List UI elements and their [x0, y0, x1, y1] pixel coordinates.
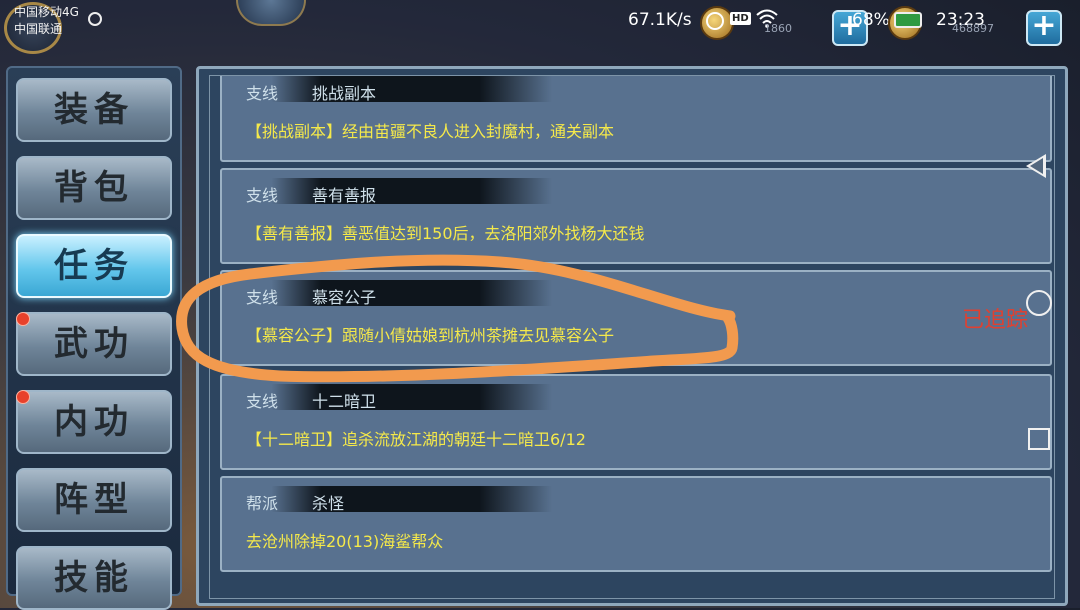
quest-name: 十二暗卫: [312, 392, 377, 411]
sidebar-item-label: 内功: [54, 402, 134, 442]
quest-description: 【慕容公子】跟随小倩姑娘到杭州茶摊去见慕容公子: [246, 326, 615, 345]
status-bar: 中国移动4G 中国联通 67.1K/s HD 1860 + 68% 23:23 …: [0, 0, 1080, 54]
battery-icon: [894, 12, 922, 28]
sidebar-item-label: 阵型: [54, 480, 134, 520]
sidebar-item-label: 背包: [54, 168, 134, 208]
sidebar-item-formation[interactable]: 阵型: [16, 468, 172, 532]
quest-description: 去沧州除掉20(13)海鲨帮众: [246, 532, 444, 551]
silver-amount: 1860: [764, 22, 792, 35]
gold-amount: 468897: [952, 22, 994, 35]
quest-description: 【挑战副本】经由苗疆不良人进入封魔村，通关副本: [246, 122, 615, 141]
sidebar-item-label: 武功: [54, 324, 134, 364]
add-gold-button[interactable]: +: [1026, 10, 1062, 46]
tracked-status-label: 已追踪: [962, 308, 1029, 333]
sidebar-item-bag[interactable]: 背包: [16, 156, 172, 220]
network-speed: 67.1K/s: [628, 10, 692, 30]
sidebar-item-label: 任务: [54, 246, 134, 286]
notification-dot: [16, 390, 30, 404]
sidebar-item-label: 技能: [54, 558, 134, 598]
category-sidebar: 装备 背包 任务 武功 内功 阵型 技能: [6, 66, 182, 610]
quest-name: 挑战副本: [312, 84, 377, 103]
sidebar-item-skills[interactable]: 技能: [16, 546, 172, 610]
quest-item[interactable]: 支线 十二暗卫 【十二暗卫】追杀流放江湖的朝廷十二暗卫6/12: [220, 374, 1052, 470]
quest-panel: 支线 挑战副本 【挑战副本】经由苗疆不良人进入封魔村，通关副本 支线 善有善报 …: [196, 66, 1068, 606]
quest-type: 支线: [246, 392, 279, 411]
quest-item[interactable]: 帮派 杀怪 去沧州除掉20(13)海鲨帮众: [220, 476, 1052, 572]
sidebar-item-equipment[interactable]: 装备: [16, 78, 172, 142]
quest-type: 支线: [246, 84, 279, 103]
quest-name: 善有善报: [312, 186, 377, 205]
hd-badge: HD: [730, 12, 751, 25]
back-nav-icon[interactable]: [1026, 154, 1046, 178]
quest-name: 慕容公子: [312, 288, 377, 307]
quest-description: 【十二暗卫】追杀流放江湖的朝廷十二暗卫6/12: [246, 430, 586, 449]
sidebar-item-martial-arts[interactable]: 武功: [16, 312, 172, 376]
quest-type: 支线: [246, 288, 279, 307]
quest-type: 支线: [246, 186, 279, 205]
battery-percent: 68%: [852, 10, 890, 30]
timer-icon: [88, 12, 102, 26]
quest-item[interactable]: 支线 挑战副本 【挑战副本】经由苗疆不良人进入封魔村，通关副本: [220, 76, 1052, 162]
quest-item[interactable]: 支线 善有善报 【善有善报】善恶值达到150后，去洛阳郊外找杨大还钱: [220, 168, 1052, 264]
recents-nav-icon[interactable]: [1028, 428, 1050, 450]
quest-name: 杀怪: [312, 494, 345, 513]
sidebar-item-inner-skill[interactable]: 内功: [16, 390, 172, 454]
alarm-icon: [706, 12, 724, 30]
home-nav-icon[interactable]: [1026, 290, 1052, 316]
quest-type: 帮派: [246, 494, 279, 513]
quest-list[interactable]: 支线 挑战副本 【挑战副本】经由苗疆不良人进入封魔村，通关副本 支线 善有善报 …: [209, 75, 1055, 599]
carrier-info: 中国移动4G 中国联通: [14, 4, 79, 38]
quest-item[interactable]: 支线 慕容公子 【慕容公子】跟随小倩姑娘到杭州茶摊去见慕容公子: [220, 270, 1052, 366]
quest-description: 【善有善报】善恶值达到150后，去洛阳郊外找杨大还钱: [246, 224, 645, 243]
carrier-1: 中国移动4G: [14, 5, 79, 19]
sidebar-item-quests[interactable]: 任务: [16, 234, 172, 298]
sidebar-item-label: 装备: [54, 90, 134, 130]
top-emblem-icon[interactable]: [236, 0, 306, 26]
carrier-2: 中国联通: [14, 22, 63, 36]
notification-dot: [16, 312, 30, 326]
